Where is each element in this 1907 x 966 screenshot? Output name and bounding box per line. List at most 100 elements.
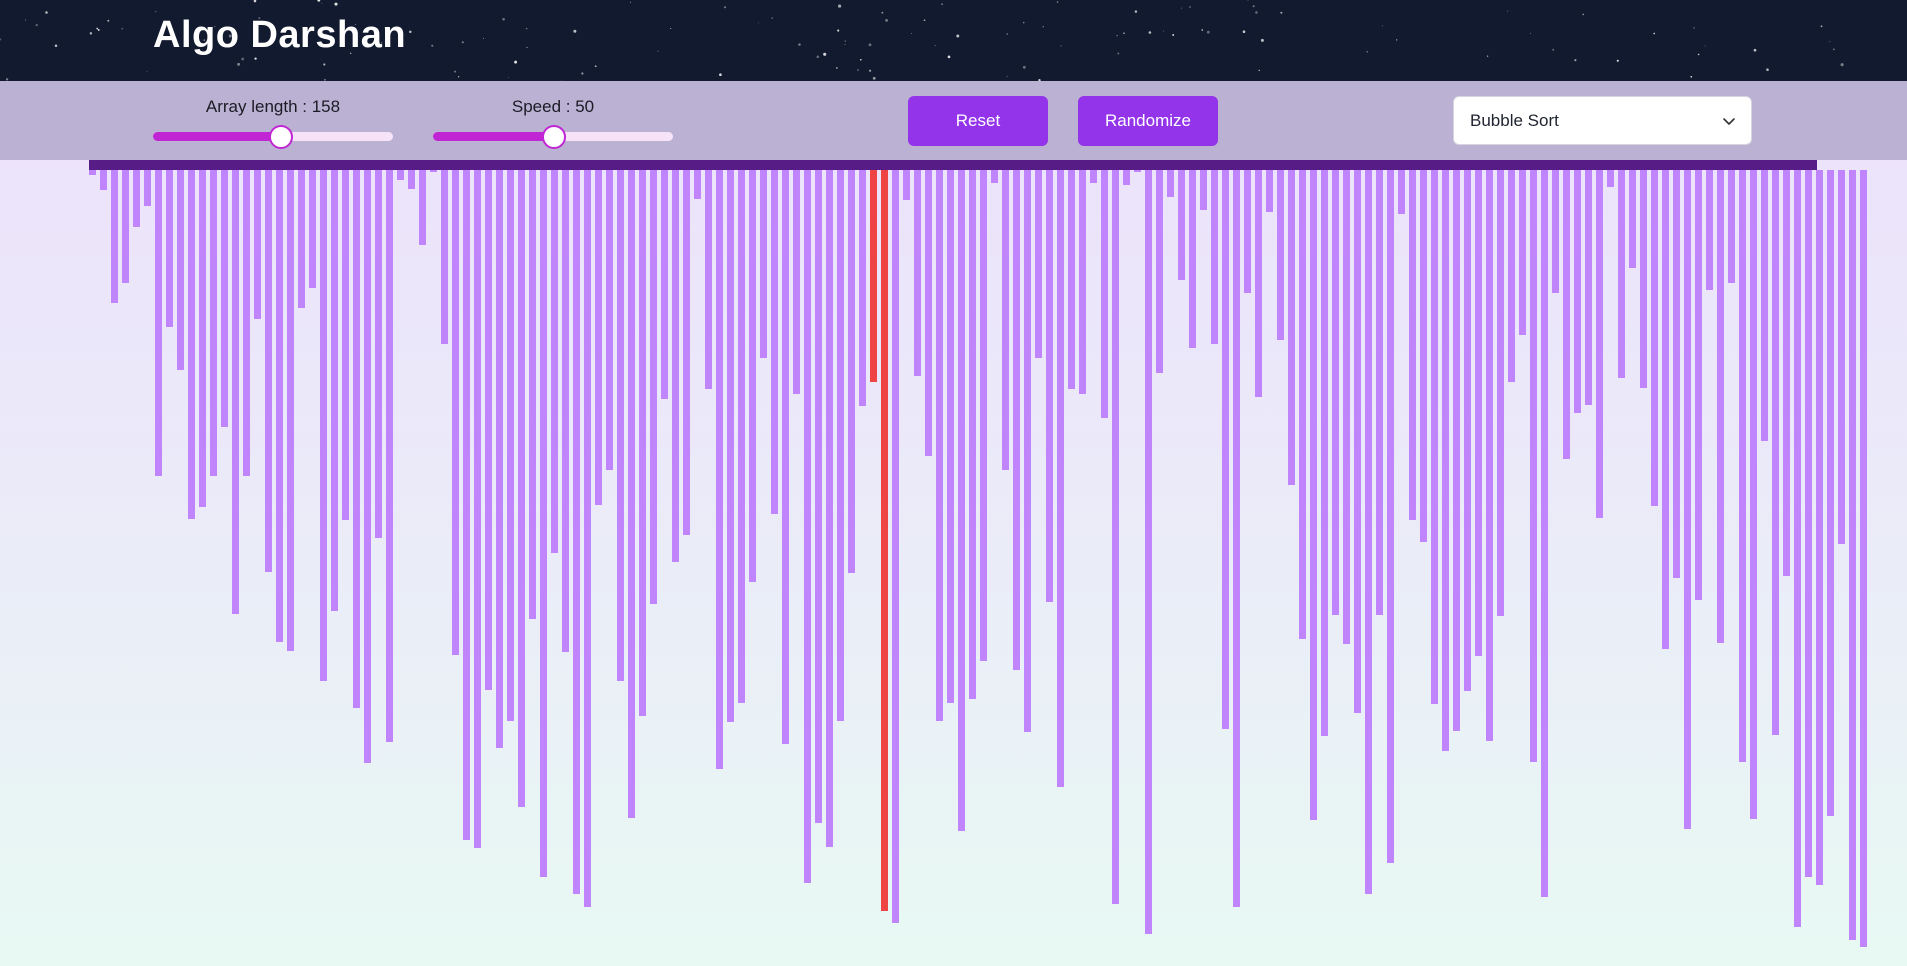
array-bar: [89, 170, 96, 175]
array-bar: [1662, 170, 1669, 649]
star-dot: [317, 0, 321, 2]
star-dot: [1530, 32, 1532, 34]
star-dot: [594, 65, 597, 68]
array-bar: [914, 170, 921, 376]
array-bar: [1860, 170, 1867, 947]
star-dot: [431, 44, 434, 47]
array-bar: [617, 170, 624, 681]
star-dot: [857, 69, 859, 71]
array-bar: [771, 170, 778, 514]
array-bar: [1464, 170, 1471, 691]
array-bar: [232, 170, 239, 614]
star-dot: [1247, 0, 1249, 2]
array-bar: [419, 170, 426, 245]
array-bar: [1607, 170, 1614, 187]
algorithm-select[interactable]: Bubble Sort: [1453, 96, 1752, 145]
star-dot: [45, 11, 48, 14]
array-bar: [353, 170, 360, 708]
randomize-button[interactable]: Randomize: [1078, 96, 1218, 146]
star-dot: [1396, 39, 1398, 41]
array-bar: [1816, 170, 1823, 885]
array-bar: [1321, 170, 1328, 736]
star-dot: [885, 19, 888, 22]
array-bar: [1090, 170, 1097, 183]
array-bar: [386, 170, 393, 742]
control-bar: Array length : 158 Speed : 50 Reset Rand…: [0, 81, 1907, 160]
array-bar: [1574, 170, 1581, 413]
speed-value: 50: [575, 97, 595, 116]
star-dot: [457, 76, 460, 78]
speed-label-text: Speed :: [511, 97, 576, 116]
star-dot: [1181, 7, 1183, 9]
star-dot: [1148, 31, 1152, 34]
array-bar: [1475, 170, 1482, 656]
array-bar: [485, 170, 492, 690]
array-bar: [1079, 170, 1086, 394]
array-bar: [1673, 170, 1680, 578]
star-dot: [1201, 29, 1204, 31]
array-bar: [1706, 170, 1713, 290]
star-dot: [1829, 41, 1831, 43]
array-bar: [441, 170, 448, 344]
star-dot: [573, 29, 577, 33]
star-dot: [97, 28, 100, 31]
star-dot: [1833, 48, 1835, 51]
array-bar: [1684, 170, 1691, 829]
array-bar: [1266, 170, 1273, 212]
star-dot: [1006, 75, 1008, 77]
array-bar: [1299, 170, 1306, 639]
star-dot: [1042, 26, 1044, 28]
array-bar: [870, 170, 877, 382]
array-bar: [265, 170, 272, 572]
array-bar: [1739, 170, 1746, 762]
star-dot: [956, 34, 960, 38]
star-dot: [1552, 48, 1555, 51]
array-bar: [1200, 170, 1207, 210]
array-bar: [1145, 170, 1152, 934]
array-length-slider-fill: [153, 132, 281, 141]
star-dot: [1206, 30, 1210, 34]
array-bar: [782, 170, 789, 744]
array-bar: [1013, 170, 1020, 670]
speed-slider-thumb[interactable]: [542, 125, 566, 149]
array-length-slider[interactable]: [153, 125, 393, 149]
array-bar: [1112, 170, 1119, 904]
array-bar: [606, 170, 613, 470]
array-bar: [1354, 170, 1361, 713]
array-bar: [694, 170, 701, 199]
array-bar: [1453, 170, 1460, 731]
star-dot: [1242, 30, 1246, 33]
reset-button[interactable]: Reset: [908, 96, 1048, 146]
star-dot: [1060, 45, 1062, 47]
array-bar: [1365, 170, 1372, 894]
array-bar: [826, 170, 833, 847]
array-bar: [166, 170, 173, 327]
array-bar: [1409, 170, 1416, 520]
star-dot: [454, 70, 457, 73]
array-bar: [1277, 170, 1284, 340]
array-length-slider-thumb[interactable]: [269, 125, 294, 149]
array-bar: [892, 170, 899, 923]
array-bar: [100, 170, 107, 190]
star-dot: [525, 27, 528, 30]
array-bar: [397, 170, 404, 180]
array-bar: [1420, 170, 1427, 542]
array-bar: [1255, 170, 1262, 397]
star-dot: [657, 50, 659, 52]
array-bar: [1508, 170, 1515, 382]
array-bar: [1552, 170, 1559, 293]
star-dot: [1574, 59, 1577, 62]
array-bar: [1596, 170, 1603, 518]
array-bar: [661, 170, 668, 399]
array-bar: [749, 170, 756, 582]
array-bar: [155, 170, 162, 476]
array-bar: [331, 170, 338, 611]
star-dot: [254, 57, 257, 60]
array-bar: [1211, 170, 1218, 344]
star-dot: [121, 28, 123, 30]
speed-slider[interactable]: [433, 125, 673, 149]
array-bar: [408, 170, 415, 189]
array-bar: [958, 170, 965, 831]
star-dot: [844, 44, 846, 45]
star-dot: [1582, 13, 1585, 16]
